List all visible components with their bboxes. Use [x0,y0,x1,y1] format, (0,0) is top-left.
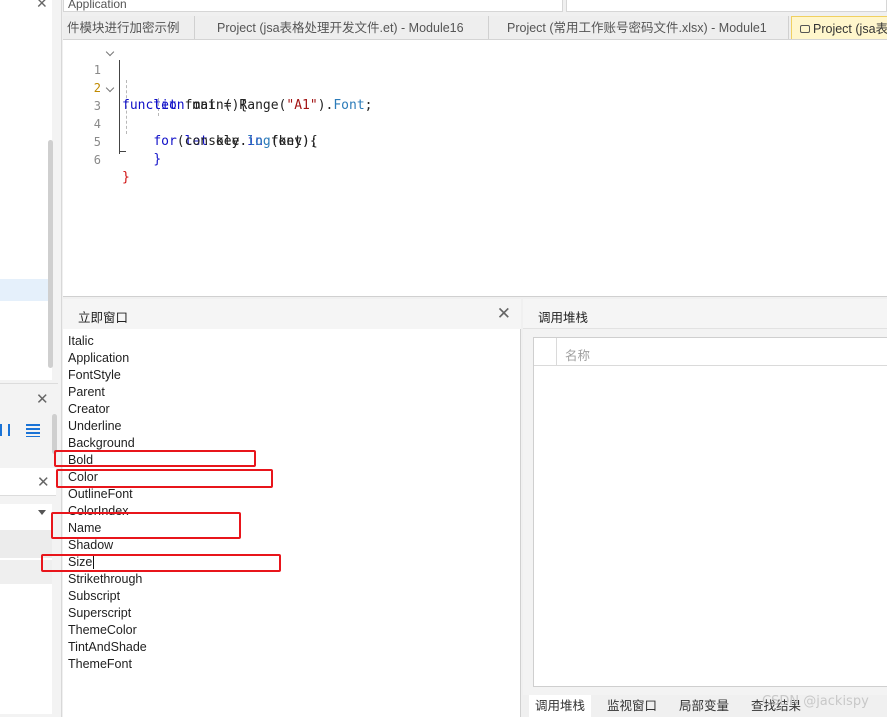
immediate-output-line: Underline [68,418,147,435]
code-token: } [122,170,130,185]
output-text: FontStyle [68,368,121,382]
immediate-output-line: Strikethrough [68,571,147,588]
highlight-box-color [56,469,273,488]
output-text: Superscript [68,606,132,620]
close-icon[interactable]: ✕ [36,390,49,408]
immediate-output-line: ThemeColor [68,622,147,639]
project-tree-selected-row[interactable] [0,279,50,301]
call-stack-grid[interactable]: 名称 [533,337,887,687]
output-text: Application [68,351,130,365]
call-stack-panel: 调用堆栈 名称 调用堆栈 监视窗口 局部变量 查找结果 CSDN @jackis… [523,299,887,717]
project-tree-panel [0,0,52,380]
immediate-output-line: Superscript [68,605,147,622]
tab-label: 件模块进行加密示例 [67,21,180,35]
immediate-output-line: ThemeFont [68,656,147,673]
highlight-box-bold [54,450,256,467]
immediate-output-line: Italic [68,333,147,350]
procedure-selector[interactable] [566,0,887,12]
output-text: Italic [68,334,94,348]
code-text: } [122,169,130,187]
output-text: TintAndShade [68,640,147,654]
immediate-output-line: OutlineFont [68,486,147,503]
immediate-output-line: Shadow [68,537,147,554]
grid-header: 名称 [534,338,887,366]
code-line: 4 console.log(key); [63,97,887,149]
highlight-box-size [41,554,281,572]
output-text: Subscript [68,589,121,603]
tab-locals[interactable]: 局部变量 [673,695,735,717]
chevron-down-icon[interactable] [105,47,115,57]
tab-active-project[interactable]: Project (jsa表 [791,16,887,39]
code-text: } [122,151,161,169]
call-stack-header: 调用堆栈 [523,299,887,329]
output-text: Strikethrough [68,572,143,586]
tab-label: Project (jsa表格处理开发文件.et) - Module16 [217,21,464,35]
pin-icon[interactable] [800,24,810,33]
output-text: Parent [68,385,105,399]
code-line-current: 2 let font = Range("A1").Font; [63,61,887,113]
panel-title: 调用堆栈 [538,311,589,325]
chevron-down-icon[interactable] [38,510,46,515]
code-line: 5 } [63,115,887,167]
close-icon[interactable]: ✕ [37,473,50,491]
object-selector[interactable]: Application [63,0,563,12]
code-line: 1 function main(){ [63,43,887,113]
line-number: 6 [93,153,101,167]
immediate-window: 立即窗口 ✕ Italic Application FontStyle Parent C… [41,299,521,717]
immediate-output[interactable]: Italic Application FontStyle Parent Creator U… [68,333,147,673]
immediate-output-line: Subscript [68,588,147,605]
output-text: ThemeFont [68,657,132,671]
properties-scrollbar[interactable] [52,414,57,454]
tab-call-stack[interactable]: 调用堆栈 [529,695,592,717]
project-tree-scrollbar[interactable] [48,140,53,368]
code-token: } [153,152,162,167]
object-selector-value: Application [68,0,127,11]
tab-module1[interactable]: Project (常用工作账号密码文件.xlsx) - Module1 [489,16,789,39]
tab-label: Project (jsa表 [813,22,887,36]
tab-module-encrypt[interactable]: 件模块进行加密示例 [63,16,195,39]
tab-label: Project (常用工作账号密码文件.xlsx) - Module1 [507,21,767,35]
immediate-output-line: Application [68,350,147,367]
list-view-icon[interactable] [26,424,40,437]
output-text: Background [68,436,135,450]
watermark: CSDN @jackispy [762,694,869,709]
immediate-output-line: Creator [68,401,147,418]
code-editor[interactable]: 1 function main(){ 2 let font = Range("A… [63,40,887,297]
output-text: OutlineFont [68,487,133,501]
panel-title: 立即窗口 [78,311,129,325]
output-text: Shadow [68,538,114,552]
immediate-output-line: TintAndShade [68,639,147,656]
grid-divider [556,338,557,366]
chevron-down-icon[interactable] [105,83,115,93]
close-icon[interactable]: ✕ [36,0,50,10]
tab-watch[interactable]: 监视窗口 [601,695,663,717]
close-icon[interactable]: ✕ [497,304,511,324]
immediate-output-line: FontStyle [68,367,147,384]
output-text: Creator [68,402,110,416]
output-text: Underline [68,419,122,433]
code-line: 3 for(let key in font){ [63,79,887,149]
immediate-output-line: Parent [68,384,147,401]
highlight-box-name [51,512,241,539]
code-line: 6 } [63,133,887,185]
immediate-window-header: 立即窗口 ✕ [63,299,521,329]
column-header-name[interactable]: 名称 [565,345,590,364]
tab-module16[interactable]: Project (jsa表格处理开发文件.et) - Module16 [199,16,489,39]
align-icon[interactable] [0,424,10,436]
left-dock-panel: ✕ ✕ ✕ [0,0,62,717]
output-text: ThemeColor [68,623,137,637]
editor-tab-bar: 件模块进行加密示例 Project (jsa表格处理开发文件.et) - Mod… [63,16,887,40]
